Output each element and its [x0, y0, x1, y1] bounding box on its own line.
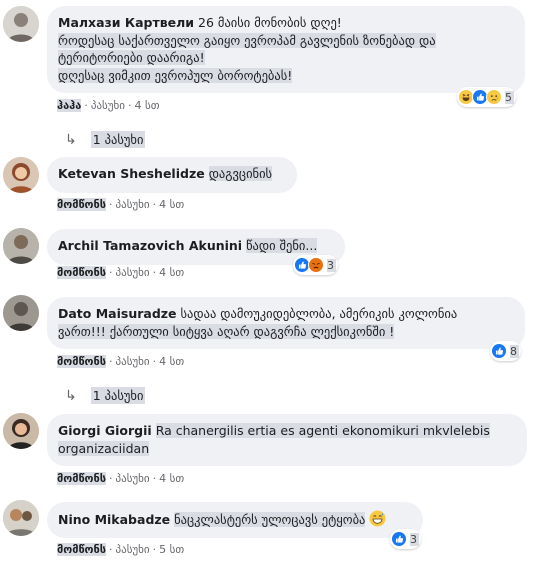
comment-bubble: Малхази Картвели 26 მაისი მონობის დღე! რ…	[47, 6, 525, 93]
reply-arrow-icon: ↳	[65, 387, 77, 404]
comment-bubble: Dato Maisuradze სადაა დამოუკიდებლობა, ამ…	[47, 297, 525, 349]
like-link[interactable]: მომწონს	[57, 543, 107, 556]
timestamp[interactable]: 4 სთ	[159, 355, 184, 368]
like-link[interactable]: მომწონს	[57, 472, 107, 485]
avatar[interactable]	[3, 295, 39, 331]
comment-text-line: 26 მაისი მონობის დღე!	[198, 15, 342, 30]
like-link[interactable]: ჰაჰა	[57, 99, 82, 112]
like-icon	[491, 343, 507, 359]
reply-link[interactable]: პასუხი	[91, 99, 125, 112]
reply-link[interactable]: პასუხი	[116, 355, 150, 368]
replies-count-label: 1 პასუხი	[90, 387, 146, 404]
comment-author[interactable]: Nino Mikabadze	[58, 512, 170, 527]
comment-actions: მომწონს · პასუხი · 5 სთ	[57, 543, 185, 556]
comment-actions: მომწონს · პასუხი · 4 სთ	[57, 198, 185, 211]
comment-bubble: Giorgi Giorgii Ra chanergilis ertia es a…	[47, 414, 527, 466]
timestamp[interactable]: 5 სთ	[159, 543, 184, 556]
reaction-count: 3	[327, 258, 336, 272]
reaction-summary[interactable]: 3	[293, 255, 338, 275]
sad-icon	[486, 89, 502, 105]
reply-link[interactable]: პასუხი	[116, 543, 150, 556]
comment-text-line: დაგვცინის	[208, 166, 273, 181]
comment-text-line: Ra chanergilis ertia es agenti ekonomiku…	[155, 423, 490, 438]
comment-author[interactable]: Dato Maisuradze	[58, 306, 177, 321]
comment-text-line: სადაა დამოუკიდებლობა, ამერიკის კოლონია	[180, 306, 458, 321]
view-replies-button[interactable]: ↳ 1 პასუხი	[65, 131, 146, 148]
avatar[interactable]	[3, 6, 39, 42]
reply-link[interactable]: პასუხი	[116, 266, 150, 279]
timestamp[interactable]: 4 სთ	[159, 198, 184, 211]
reaction-summary[interactable]: 5	[457, 87, 516, 107]
reaction-summary[interactable]: 3	[390, 529, 421, 549]
comment-text-line: დღესაც ვიმკით ევროპულ ბოროტებას!	[58, 67, 293, 83]
comment-text-line: წადი შენი...	[246, 238, 318, 253]
comment-bubble: Ketevan Sheshelidze დაგვცინის	[47, 157, 297, 193]
comment-text-line: ტერიტორიები დაარიგა!	[58, 50, 205, 65]
view-replies-button[interactable]: ↳ 1 პასუხი	[65, 387, 146, 404]
comment-text-line: ნაცკლასტერს ულოცავს ეტყობა	[174, 512, 366, 527]
like-icon	[391, 531, 407, 547]
comment-text-line: ვართ!!! ქართული სიტყვა აღარ დაგვრჩა ლექს…	[58, 323, 395, 339]
comment-author[interactable]: Giorgi Giorgii	[58, 423, 152, 438]
timestamp[interactable]: 4 სთ	[134, 99, 159, 112]
comment-actions: ჰაჰა · პასუხი · 4 სთ	[57, 99, 160, 112]
like-link[interactable]: მომწონს	[57, 266, 107, 279]
avatar[interactable]	[3, 413, 39, 449]
timestamp[interactable]: 4 სთ	[159, 472, 184, 485]
reaction-count: 8	[510, 344, 519, 358]
avatar[interactable]	[3, 500, 39, 536]
comment-actions: მომწონს · პასუხი · 4 სთ	[57, 266, 185, 279]
angry-icon	[308, 257, 324, 273]
like-link[interactable]: მომწონს	[57, 198, 107, 211]
avatar[interactable]	[3, 228, 39, 264]
reaction-count: 5	[505, 90, 514, 104]
grinning-sweat-icon	[369, 510, 386, 527]
comment-text-line: organizaciidan	[58, 440, 150, 456]
reaction-summary[interactable]: 8	[490, 341, 521, 361]
comment-actions: მომწონს · პასუხი · 4 სთ	[57, 472, 185, 485]
comment-bubble: Nino Mikabadze ნაცკლასტერს ულოცავს ეტყობ…	[47, 502, 423, 538]
comment-text-line: როდესაც საქართველო გაიყო ევროპამ გავლენი…	[58, 32, 436, 48]
comment-actions: მომწონს · პასუხი · 4 სთ	[57, 355, 185, 368]
timestamp[interactable]: 4 სთ	[159, 266, 184, 279]
comment-author[interactable]: Малхази Картвели	[58, 15, 194, 30]
reply-arrow-icon: ↳	[65, 131, 77, 148]
comment-author[interactable]: Ketevan Sheshelidze	[58, 166, 205, 181]
replies-count-label: 1 პასუხი	[90, 131, 146, 148]
comment-author[interactable]: Archil Tamazovich Akunini	[58, 238, 242, 253]
avatar[interactable]	[3, 157, 39, 193]
reply-link[interactable]: პასუხი	[116, 472, 150, 485]
reaction-count: 3	[410, 532, 419, 546]
like-link[interactable]: მომწონს	[57, 355, 107, 368]
reply-link[interactable]: პასუხი	[116, 198, 150, 211]
